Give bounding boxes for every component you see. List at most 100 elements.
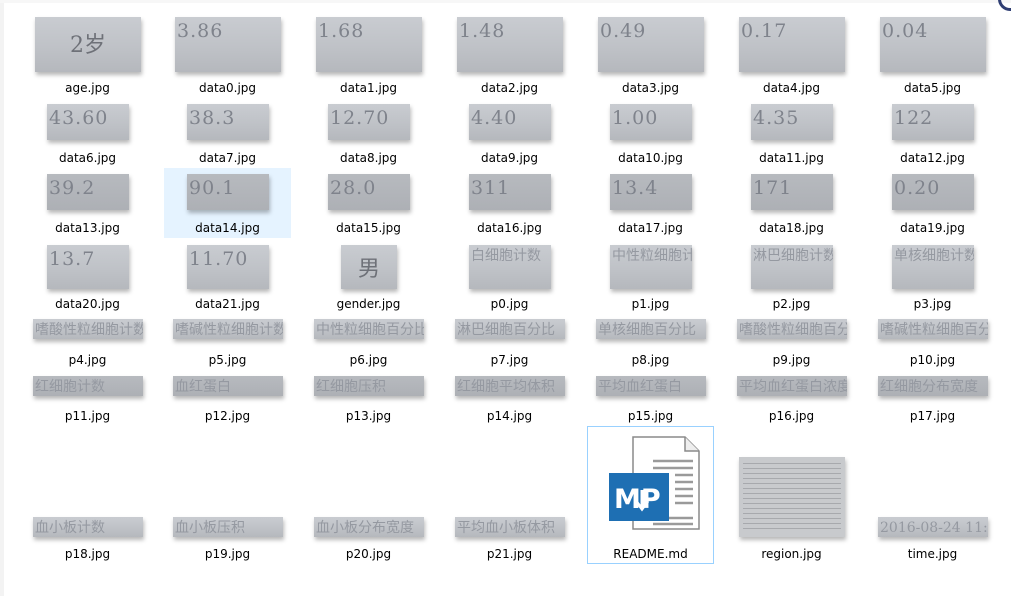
file-item[interactable]: 男 gender.jpg (305, 238, 432, 314)
svg-text:MP: MP (614, 484, 661, 515)
file-item[interactable]: 0.04 data5.jpg (869, 12, 996, 98)
file-item[interactable]: 白细胞计数 p0.jpg (446, 238, 573, 314)
file-name-label: p12.jpg (204, 409, 251, 423)
file-name-label: p4.jpg (68, 353, 107, 367)
file-item[interactable]: region.jpg (728, 426, 855, 564)
file-item[interactable]: 12.70 data8.jpg (305, 98, 432, 168)
file-item[interactable]: 红细胞分布宽度 p17.jpg (869, 370, 996, 426)
file-item[interactable]: 中性粒细胞计数 p1.jpg (587, 238, 714, 314)
file-name-label: p19.jpg (204, 547, 251, 561)
file-name-label: region.jpg (761, 547, 822, 561)
file-item[interactable]: 13.4 data17.jpg (587, 168, 714, 238)
file-name-label: gender.jpg (336, 297, 401, 311)
file-item[interactable]: 嗜酸性粒细胞百分 p9.jpg (728, 314, 855, 370)
file-item[interactable]: 1.68 data1.jpg (305, 12, 432, 98)
file-thumbnail: 13.7 (47, 245, 129, 289)
file-name-label: data12.jpg (900, 151, 965, 165)
file-item[interactable]: 红细胞平均体积 p14.jpg (446, 370, 573, 426)
file-item[interactable]: 13.7 data20.jpg (24, 238, 151, 314)
thumbnail-line (743, 498, 841, 499)
file-item[interactable]: 28.0 data15.jpg (305, 168, 432, 238)
file-item[interactable]: 1.00 data10.jpg (587, 98, 714, 168)
file-item[interactable]: 单核细胞百分比 p8.jpg (587, 314, 714, 370)
file-item[interactable]: 3.86 data0.jpg (164, 12, 291, 98)
file-item[interactable]: 311 data16.jpg (446, 168, 573, 238)
file-item[interactable]: 4.40 data9.jpg (446, 98, 573, 168)
file-item[interactable]: 38.3 data7.jpg (164, 98, 291, 168)
file-item[interactable]: 43.60 data6.jpg (24, 98, 151, 168)
file-thumbnail: 171 (751, 174, 833, 210)
file-name-label: data5.jpg (903, 81, 962, 95)
file-item[interactable]: 嗜酸性粒细胞计数 p4.jpg (24, 314, 151, 370)
file-thumbnail: 12.70 (328, 104, 410, 140)
file-item[interactable]: 单核细胞计数 p3.jpg (869, 238, 996, 314)
file-thumbnail: 2016-08-24 11:08 (878, 517, 988, 537)
file-name-label: p5.jpg (208, 353, 247, 367)
file-thumbnail: 28.0 (328, 174, 410, 210)
file-item[interactable]: 0.17 data4.jpg (728, 12, 855, 98)
file-item[interactable]: 红细胞计数 p11.jpg (24, 370, 151, 426)
file-item[interactable]: 血红蛋白 p12.jpg (164, 370, 291, 426)
file-item[interactable]: 2016-08-24 11:08 time.jpg (869, 426, 996, 564)
file-item[interactable]: 平均血红蛋白浓度 p16.jpg (728, 370, 855, 426)
file-item[interactable]: 90.1 data14.jpg (164, 168, 291, 238)
thumbnail-line (743, 473, 841, 474)
file-item[interactable]: 嗜碱性粒细胞百分 p10.jpg (869, 314, 996, 370)
file-item[interactable]: 红细胞压积 p13.jpg (305, 370, 432, 426)
file-name-label: data11.jpg (759, 151, 824, 165)
file-name-label: data16.jpg (477, 221, 542, 235)
file-item[interactable]: 淋巴细胞计数 p2.jpg (728, 238, 855, 314)
file-name-label: p15.jpg (627, 409, 674, 423)
file-name-label: p8.jpg (631, 353, 670, 367)
file-thumbnail: 4.40 (469, 104, 551, 140)
file-item[interactable]: 血小板计数 p18.jpg (24, 426, 151, 564)
file-thumbnail: 13.4 (610, 174, 692, 210)
file-thumbnail: 39.2 (47, 174, 129, 210)
file-thumbnail: 血红蛋白 (173, 376, 283, 396)
file-item[interactable]: 39.2 data13.jpg (24, 168, 151, 238)
file-thumbnail: 38.3 (187, 104, 269, 140)
file-name-label: p16.jpg (768, 409, 815, 423)
file-item[interactable]: 122 data12.jpg (869, 98, 996, 168)
file-thumbnail: 中性粒细胞计数 (610, 245, 692, 289)
file-item[interactable]: 中性粒细胞百分比 p6.jpg (305, 314, 432, 370)
file-item[interactable]: 4.35 data11.jpg (728, 98, 855, 168)
file-thumbnail: 90.1 (187, 174, 269, 210)
file-thumbnail: 1.48 (457, 17, 563, 72)
file-thumbnail: 嗜酸性粒细胞百分 (737, 319, 847, 339)
file-thumbnail: 血小板分布宽度 (314, 517, 424, 537)
file-thumbnail: 嗜碱性粒细胞百分 (878, 319, 988, 339)
file-item[interactable]: 血小板压积 p19.jpg (164, 426, 291, 564)
file-item[interactable]: 0.49 data3.jpg (587, 12, 714, 98)
file-item[interactable]: 0.20 data19.jpg (869, 168, 996, 238)
thumbnail-line (743, 488, 841, 489)
file-thumbnail: 311 (469, 174, 551, 210)
file-item[interactable]: 1.48 data2.jpg (446, 12, 573, 98)
file-item[interactable]: 血小板分布宽度 p20.jpg (305, 426, 432, 564)
file-name-label: data1.jpg (339, 81, 398, 95)
file-thumbnail: 淋巴细胞计数 (751, 245, 833, 289)
file-thumbnail: 红细胞分布宽度 (878, 376, 988, 396)
file-name-label: data17.jpg (618, 221, 683, 235)
file-item[interactable]: 平均血小板体积 p21.jpg (446, 426, 573, 564)
file-item[interactable]: 11.70 data21.jpg (164, 238, 291, 314)
file-item[interactable]: 嗜碱性粒细胞计数 p5.jpg (164, 314, 291, 370)
file-name-label: p6.jpg (349, 353, 388, 367)
thumbnail-line (743, 528, 841, 529)
file-thumbnail: 血小板压积 (173, 517, 283, 537)
file-thumbnail: 0.17 (739, 17, 845, 72)
file-thumbnail: 平均血小板体积 (455, 517, 565, 537)
file-thumbnail: 血小板计数 (33, 517, 143, 537)
file-item[interactable]: 平均血红蛋白 p15.jpg (587, 370, 714, 426)
file-name-label: data7.jpg (198, 151, 257, 165)
file-item[interactable]: 淋巴细胞百分比 p7.jpg (446, 314, 573, 370)
file-thumbnail: 中性粒细胞百分比 (314, 319, 424, 339)
file-item[interactable]: 171 data18.jpg (728, 168, 855, 238)
file-item[interactable]: 2岁 age.jpg (24, 12, 151, 98)
file-name-label: data3.jpg (621, 81, 680, 95)
thumbnail-line (743, 468, 841, 469)
file-item[interactable]: MP README.md (587, 426, 714, 564)
file-name-label: p20.jpg (345, 547, 392, 561)
file-thumbnail: 红细胞计数 (33, 376, 143, 396)
file-thumbnail: 3.86 (175, 17, 281, 72)
